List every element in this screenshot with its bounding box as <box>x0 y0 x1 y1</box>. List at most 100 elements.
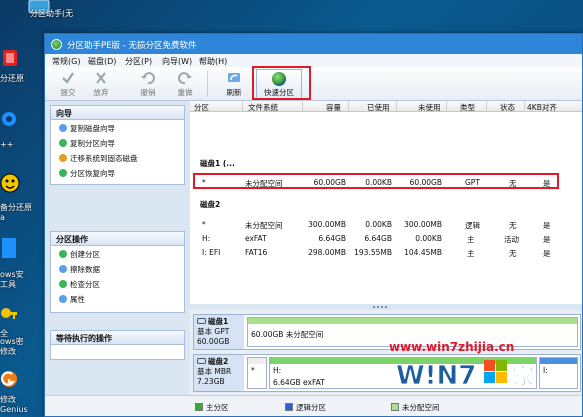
discard-button[interactable]: 放弃 <box>86 69 116 99</box>
disk2-unallocated-block[interactable]: * <box>247 357 267 389</box>
col-type[interactable]: 类型 <box>460 102 475 113</box>
wizard-copy-partition-label: 复制分区向导 <box>70 139 115 148</box>
migrate-os-icon <box>59 154 67 162</box>
redo-label: 重做 <box>177 88 193 97</box>
highlight-box-quick-partition <box>252 66 311 100</box>
col-divider <box>396 101 397 112</box>
menu-wizard[interactable]: 向导(W) <box>162 56 192 67</box>
wizard-partition-recovery-label: 分区恢复向导 <box>70 169 115 178</box>
table-row[interactable]: * 未分配空间 300.00MB 0.00KB 300.00MB 逻辑 无 是 <box>190 218 582 230</box>
wipe-data-icon <box>59 265 67 273</box>
legend-logical: 逻辑分区 <box>285 402 326 413</box>
toolbar-separator <box>207 71 208 97</box>
disk1-size: 60.00GB <box>197 337 230 346</box>
discard-icon <box>96 72 106 84</box>
cell-used: 0.00KB <box>365 220 392 229</box>
cell-free: 300.00MB <box>404 220 442 229</box>
disk1-map[interactable]: 磁盘1 基本 GPT 60.00GB 60.00GB 未分配空间 <box>193 314 581 350</box>
col-used[interactable]: 已使用 <box>367 102 390 113</box>
partition-recovery-icon <box>59 169 67 177</box>
unallocated-swatch <box>391 403 399 411</box>
smiley-icon[interactable] <box>0 172 20 194</box>
disk2-size: 7.23GB <box>197 377 225 386</box>
gear-icon[interactable] <box>0 108 18 130</box>
cell-4kb: 是 <box>543 221 551 230</box>
wizard-migrate-os[interactable]: 迁移系统到固态磁盘 <box>51 150 184 165</box>
check-icon <box>62 72 74 84</box>
legend-logical-label: 逻辑分区 <box>296 403 326 412</box>
op-properties-label: 属性 <box>70 295 85 304</box>
refresh-icon <box>228 73 240 82</box>
title-bar[interactable]: 分区助手PE版 - 无损分区免费软件 <box>45 34 582 54</box>
svg-text:家: 家 <box>512 364 535 390</box>
desktop-label-extra-2: 工具 <box>0 280 16 289</box>
left-sidebar: 向导 复制磁盘向导 复制分区向导 迁移系统到固态磁盘 分区恢复向导 分区操作 创… <box>45 101 190 416</box>
col-divider <box>486 101 487 112</box>
properties-icon <box>59 295 67 303</box>
legend-unallocated-label: 未分配空间 <box>402 403 440 412</box>
highlight-box-unallocated-row <box>193 173 559 189</box>
discard-label: 放弃 <box>93 88 109 97</box>
col-4kb-align[interactable]: 4KB对齐 <box>527 102 557 113</box>
undo-button[interactable]: 撤销 <box>133 69 163 99</box>
create-partition-icon <box>59 250 67 258</box>
table-row[interactable]: H: exFAT 6.64GB 6.64GB 0.00KB 主 活动 是 <box>190 232 582 244</box>
disk1-name-row: 磁盘1 <box>197 317 241 327</box>
shield-icon[interactable] <box>0 236 18 260</box>
op-create-partition[interactable]: 创建分区 <box>51 246 184 261</box>
menu-partition[interactable]: 分区(P) <box>125 56 152 67</box>
menu-general[interactable]: 常规(G) <box>52 56 80 67</box>
cell-filesystem: exFAT <box>245 234 267 243</box>
redo-button[interactable]: 重做 <box>170 69 200 99</box>
desktop-label-backup: 备分还原 <box>0 203 32 212</box>
disk-icon <box>197 358 206 364</box>
op-wipe-data[interactable]: 擦除数据 <box>51 261 184 276</box>
op-check-partition-label: 检查分区 <box>70 280 100 289</box>
wizard-partition-recovery[interactable]: 分区恢复向导 <box>51 165 184 180</box>
window-title: 分区助手PE版 - 无损分区免费软件 <box>67 41 197 51</box>
commit-label: 提交 <box>60 88 76 97</box>
toolbar: 提交 放弃 撤销 重做 刷新 快速分区 <box>45 67 582 101</box>
disk2-header[interactable]: 磁盘2 <box>200 199 220 210</box>
wizard-copy-partition[interactable]: 复制分区向导 <box>51 135 184 150</box>
genius-icon[interactable] <box>0 368 18 390</box>
desktop-label-extra-5: 修改 <box>0 395 16 404</box>
legend-unallocated: 未分配空间 <box>391 402 440 413</box>
commit-button[interactable]: 提交 <box>53 69 83 99</box>
op-check-partition[interactable]: 检查分区 <box>51 276 184 291</box>
operations-panel: 分区操作 创建分区 擦除数据 检查分区 属性 <box>50 231 185 313</box>
col-partition[interactable]: 分区 <box>194 102 209 113</box>
wizard-copy-disk-label: 复制磁盘向导 <box>70 124 115 133</box>
cell-used: 6.64GB <box>364 234 392 243</box>
disk1-header[interactable]: 磁盘1 (... <box>200 158 235 169</box>
key-icon[interactable] <box>0 305 18 327</box>
wizard-copy-disk[interactable]: 复制磁盘向导 <box>51 120 184 135</box>
cell-type: 主 <box>467 235 475 244</box>
col-filesystem[interactable]: 文件系统 <box>248 102 278 113</box>
disk1-info: 磁盘1 基本 GPT 60.00GB <box>194 315 244 349</box>
col-divider <box>524 101 525 112</box>
disk-icon[interactable] <box>2 49 18 67</box>
cell-free: 0.00KB <box>415 234 442 243</box>
cell-filesystem: FAT16 <box>245 248 268 257</box>
refresh-button[interactable]: 刷新 <box>219 69 249 99</box>
copy-partition-icon <box>59 139 67 147</box>
cell-partition: * <box>202 220 206 229</box>
op-create-partition-label: 创建分区 <box>70 250 100 259</box>
col-status[interactable]: 状态 <box>500 102 515 113</box>
col-capacity[interactable]: 容量 <box>326 102 341 113</box>
table-row[interactable]: I: EFI FAT16 298.00MB 193.55MB 104.45MB … <box>190 246 582 258</box>
desktop-label-genius: Genius <box>0 405 28 414</box>
col-free[interactable]: 未使用 <box>418 102 441 113</box>
desktop-label-extra-4: 修改 <box>0 347 16 356</box>
pending-panel-title: 等待执行的操作 <box>51 331 184 345</box>
op-properties[interactable]: 属性 <box>51 291 184 306</box>
disk1-name: 磁盘1 <box>208 317 229 326</box>
desktop-label-blue: ++ <box>0 140 14 149</box>
menu-disk[interactable]: 磁盘(D) <box>88 56 116 67</box>
primary-swatch <box>195 403 203 411</box>
menu-help[interactable]: 帮助(H) <box>199 56 227 67</box>
cell-status: 无 <box>509 249 517 258</box>
disk1-style: 基本 GPT <box>197 327 230 336</box>
disk2-p1-label: * <box>251 366 255 375</box>
